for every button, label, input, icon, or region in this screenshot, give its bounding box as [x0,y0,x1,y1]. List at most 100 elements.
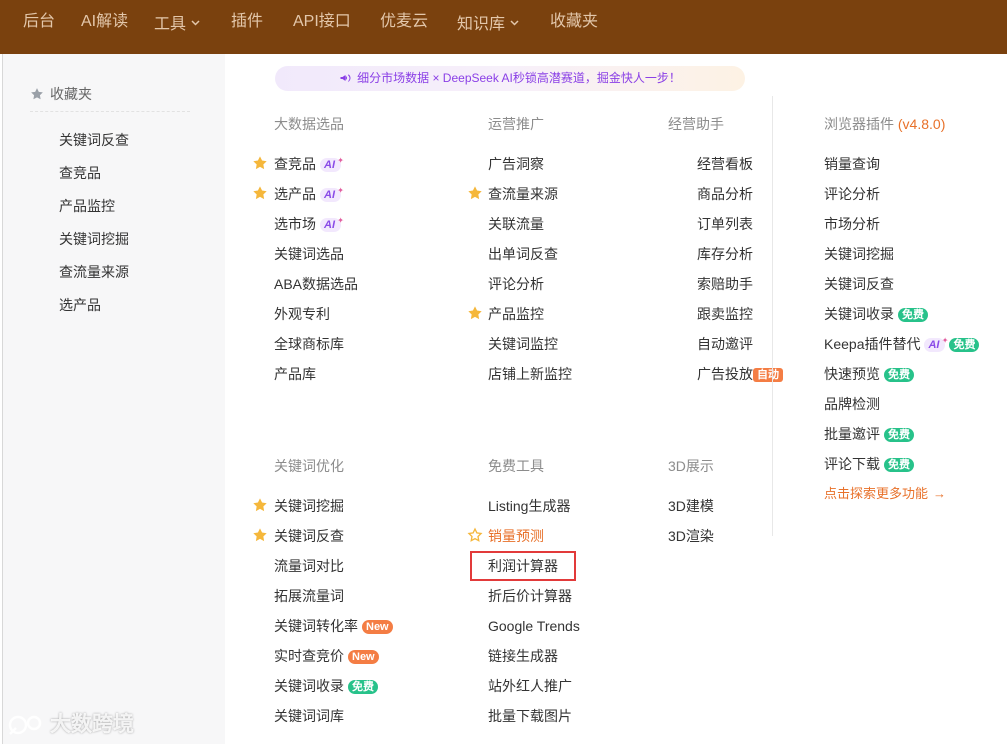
watermark-text: 大数跨境 [50,713,134,736]
nav-tools-label: 工具 [154,16,187,33]
menu-item-label: 选产品 [274,186,316,202]
menu-item-traffic-sources[interactable]: 查流量来源 [488,184,558,204]
menu-item-global-trademarks[interactable]: 全球商标库 [274,334,344,354]
menu-item-claims-assistant[interactable]: 索赔助手 [697,274,753,294]
favorite-item[interactable]: 关键词反查 [59,130,129,150]
star-icon [253,186,267,200]
menu-item-label: 批量邀评 [824,426,880,442]
plugin-item-brand-check[interactable]: 品牌检测 [824,394,880,414]
menu-item-aba-data[interactable]: ABA数据选品 [274,274,358,294]
plugin-item-sales-query[interactable]: 销量查询 [824,154,880,174]
plugin-item-review-analysis[interactable]: 评论分析 [824,184,880,204]
menu-item-keyword-reverse[interactable]: 关键词反查 [274,526,344,546]
ai-badge-text: AI [324,159,335,171]
nav-knowledge-base[interactable]: 知识库 [457,11,519,33]
menu-item-product-monitor[interactable]: 产品监控 [488,304,544,324]
menu-item-influencer-promotion[interactable]: 站外红人推广 [488,676,572,696]
favorites-title: 收藏夹 [30,84,92,104]
plugin-item-batch-review-request[interactable]: 批量邀评 免费 [824,424,914,444]
menu-item-inventory-analysis[interactable]: 库存分析 [697,244,753,264]
ai-badge-text: AI [928,339,940,351]
nav-favorites[interactable]: 收藏夹 [550,11,598,33]
menu-item-listing-generator[interactable]: Listing生成器 [488,496,570,516]
menu-item-keyword-conversion-rate[interactable]: 关键词转化率 New [274,616,393,636]
free-badge: 免费 [884,368,914,382]
free-badge: 免费 [884,428,914,442]
favorites-title-label: 收藏夹 [50,86,92,102]
plugin-item-keyword-mining[interactable]: 关键词挖掘 [824,244,894,264]
menu-item-sales-forecast[interactable]: 销量预测 [488,526,544,546]
nav-youmaiyun[interactable]: 优麦云 [380,11,428,33]
menu-item-product-library[interactable]: 产品库 [274,364,316,384]
star-icon [253,498,267,512]
nav-plugins[interactable]: 插件 [231,11,263,33]
nav-knowledge-base-label: 知识库 [457,16,506,33]
top-nav: 后台 AI解读 工具 插件 API接口 优麦云 知识库 收藏夹 [0,0,1007,54]
plugin-item-review-download[interactable]: 评论下载 免费 [824,454,914,474]
star-outline-icon [467,527,483,542]
star-icon [253,156,267,170]
nav-ai-interpret[interactable]: AI解读 [81,11,128,33]
nav-tools[interactable]: 工具 [154,11,200,33]
menu-item-order-keyword-reverse[interactable]: 出单词反查 [488,244,558,264]
menu-item-order-list[interactable]: 订单列表 [697,214,753,234]
menu-item-label: 评论下载 [824,456,880,472]
column-divider [772,96,773,536]
free-badge: 免费 [949,338,980,352]
menu-item-design-patents[interactable]: 外观专利 [274,304,330,324]
menu-item-keyword-index[interactable]: 关键词收录 免费 [274,676,378,696]
favorite-item[interactable]: 查流量来源 [59,262,129,282]
new-badge: New [362,620,393,634]
nav-dashboard[interactable]: 后台 [23,11,55,33]
star-icon [31,88,43,100]
plugin-item-keyword-index[interactable]: 关键词收录 免费 [824,304,928,324]
menu-item-google-trends[interactable]: Google Trends [488,616,580,636]
menu-item-keyword-library[interactable]: 关键词词库 [274,706,344,726]
nav-api[interactable]: API接口 [293,11,351,33]
plugin-item-keepa-alternative[interactable]: Keepa插件替代 AI ✦ 免费 [824,334,980,354]
menu-item-link-generator[interactable]: 链接生成器 [488,646,558,666]
menu-item-profit-calculator[interactable]: 利润计算器 [488,556,558,576]
favorite-item[interactable]: 选产品 [59,295,101,315]
menu-item-keyword-monitor[interactable]: 关键词监控 [488,334,558,354]
explore-more-link[interactable]: 点击探索更多功能 → [824,484,946,504]
menu-item-select-products[interactable]: 选产品 AI ✦ [274,184,344,204]
menu-item-keyword-product-selection[interactable]: 关键词选品 [274,244,344,264]
menu-item-label: 快速预览 [824,366,880,382]
menu-item-label: 广告投放 [697,366,753,382]
plugin-item-market-analysis[interactable]: 市场分析 [824,214,880,234]
menu-item-find-competitors[interactable]: 查竞品 AI ✦ [274,154,344,174]
plugin-item-keyword-reverse[interactable]: 关键词反查 [824,274,894,294]
menu-item-keyword-mining[interactable]: 关键词挖掘 [274,496,344,516]
favorite-item[interactable]: 关键词挖掘 [59,229,129,249]
favorite-item[interactable]: 产品监控 [59,196,115,216]
auto-badge: 自动 [753,368,783,382]
chevron-down-icon [510,11,519,33]
menu-item-realtime-bid-check[interactable]: 实时查竞价 New [274,646,379,666]
menu-item-label: 关键词收录 [274,678,344,694]
menu-item-business-dashboard[interactable]: 经营看板 [697,154,753,174]
plugin-item-quick-preview[interactable]: 快速预览 免费 [824,364,914,384]
menu-item-review-analysis[interactable]: 评论分析 [488,274,544,294]
menu-item-ad-placement[interactable]: 广告投放 自动 [697,364,783,384]
favorites-sidebar [3,54,225,744]
menu-item-discount-price-calculator[interactable]: 折后价计算器 [488,586,572,606]
menu-item-hijacker-monitor[interactable]: 跟卖监控 [697,304,753,324]
new-badge: New [348,650,379,664]
section-title-free-tools: 免费工具 [488,458,544,474]
menu-item-related-traffic[interactable]: 关联流量 [488,214,544,234]
promo-banner[interactable]: 细分市场数据 × DeepSeek AI秒锁高潜赛道，掘金快人一步！ [275,66,745,91]
menu-item-select-market[interactable]: 选市场 AI ✦ [274,214,344,234]
menu-item-3d-modeling[interactable]: 3D建模 [668,496,714,516]
menu-item-traffic-keyword-compare[interactable]: 流量词对比 [274,556,344,576]
menu-item-3d-rendering[interactable]: 3D渲染 [668,526,714,546]
favorite-item[interactable]: 查竞品 [59,163,101,183]
menu-item-ad-insights[interactable]: 广告洞察 [488,154,544,174]
free-badge: 免费 [898,308,928,322]
menu-item-product-analysis[interactable]: 商品分析 [697,184,753,204]
menu-item-auto-review-request[interactable]: 自动邀评 [697,334,753,354]
menu-item-store-new-listing-monitor[interactable]: 店铺上新监控 [488,364,572,384]
divider [30,111,190,112]
menu-item-expand-traffic-keywords[interactable]: 拓展流量词 [274,586,344,606]
menu-item-batch-image-download[interactable]: 批量下载图片 [488,706,572,726]
